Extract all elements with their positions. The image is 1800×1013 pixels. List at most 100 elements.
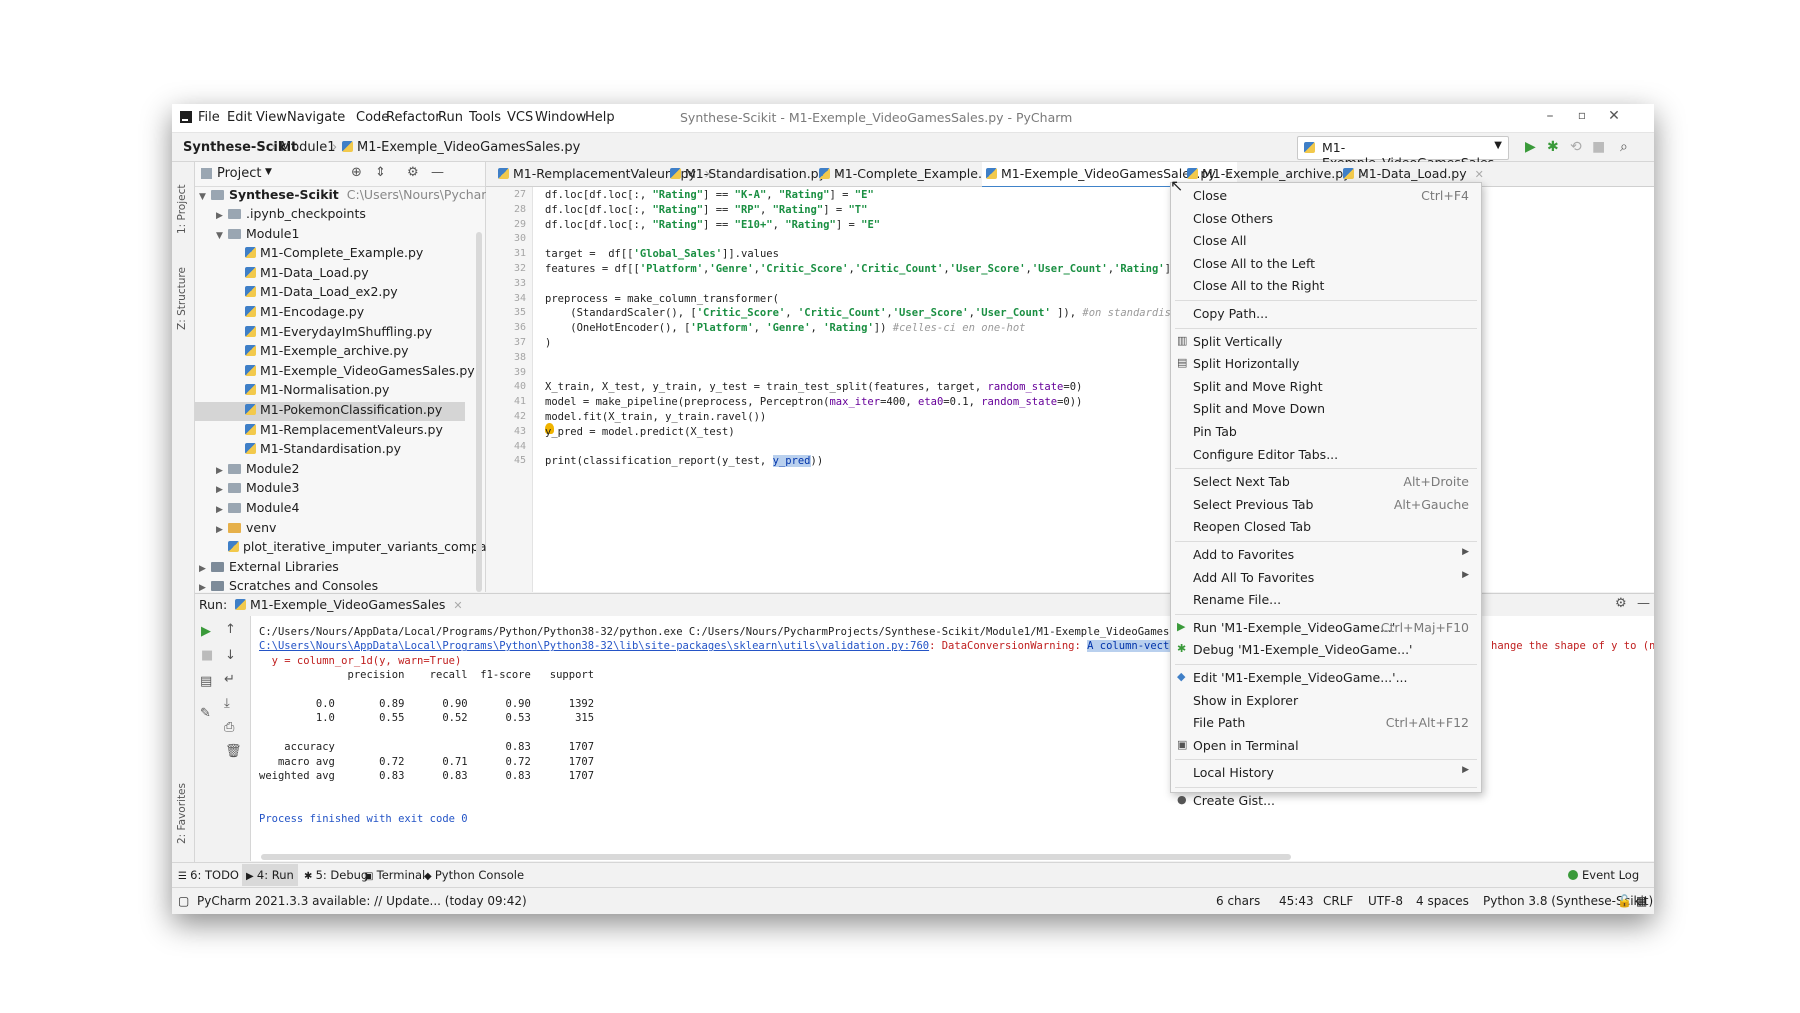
- close-icon[interactable]: ✕: [453, 599, 462, 612]
- breadcrumb-module[interactable]: Module1: [280, 140, 336, 155]
- menu-window[interactable]: Window: [535, 110, 586, 125]
- scroll-to-end-icon[interactable]: ⤓: [224, 696, 230, 711]
- context-menu-item[interactable]: Add All To Favorites ▶: [1171, 567, 1481, 589]
- search-icon[interactable]: ⌕: [1620, 139, 1628, 155]
- up-icon[interactable]: ↑: [225, 622, 236, 637]
- menu-vcs[interactable]: VCS: [507, 110, 533, 125]
- menu-refactor[interactable]: Refactor: [386, 110, 441, 125]
- collapse-icon[interactable]: ⇕: [375, 165, 386, 180]
- tool-window-2[interactable]: ✱ 5: Debug: [304, 868, 368, 882]
- event-log-button[interactable]: Event Log: [1568, 868, 1639, 882]
- tree-folder[interactable]: ▶ Module3: [195, 480, 465, 499]
- menu-file[interactable]: File: [198, 110, 220, 125]
- context-menu-item[interactable]: Reopen Closed Tab: [1171, 516, 1481, 538]
- lock-icon[interactable]: 🔓: [1617, 894, 1632, 908]
- rerun-icon[interactable]: ▶: [201, 624, 211, 639]
- breadcrumb-file[interactable]: M1-Exemple_VideoGamesSales.py: [342, 140, 580, 155]
- tree-file[interactable]: M1-Exemple_archive.py: [195, 343, 465, 362]
- tree-file[interactable]: M1-PokemonClassification.py: [195, 402, 465, 421]
- context-menu-item[interactable]: Copy Path...: [1171, 303, 1481, 325]
- debug-icon[interactable]: ✱: [1547, 139, 1559, 155]
- menu-help[interactable]: Help: [585, 110, 615, 125]
- menu-view[interactable]: View: [256, 110, 287, 125]
- indent-setting[interactable]: 4 spaces: [1416, 894, 1469, 908]
- hide-icon[interactable]: —: [431, 165, 444, 180]
- coverage-icon[interactable]: ⟲: [1570, 139, 1582, 155]
- context-menu-item[interactable]: Split and Move Down: [1171, 398, 1481, 420]
- tree-file[interactable]: ▶ External Libraries: [195, 559, 465, 578]
- print-icon[interactable]: ⎙: [224, 720, 234, 735]
- project-scrollbar[interactable]: [476, 232, 482, 592]
- tool-window-1[interactable]: ▶ 4: Run: [242, 864, 298, 886]
- minimize-icon[interactable]: –: [1535, 108, 1565, 124]
- context-menu-item[interactable]: Close Others: [1171, 208, 1481, 230]
- menu-run[interactable]: Run: [438, 110, 463, 125]
- tool-window-0[interactable]: ☰ 6: TODO: [178, 868, 239, 882]
- context-menu-item[interactable]: ◆ Edit 'M1-Exemple_VideoGame...'...: [1171, 667, 1481, 689]
- tree-root[interactable]: ▼ Synthese-Scikit C:\Users\Nours\Pycharm: [195, 187, 498, 206]
- context-menu-item[interactable]: Close All: [1171, 230, 1481, 252]
- status-layout-icon[interactable]: ▢: [178, 894, 189, 908]
- close-icon[interactable]: ✕: [1475, 168, 1484, 181]
- menu-edit[interactable]: Edit: [227, 110, 252, 125]
- stop-icon[interactable]: ■: [201, 648, 213, 663]
- code-editor[interactable]: df.loc[df.loc[:, "Rating"] == "K-A", "Ra…: [533, 187, 1654, 592]
- context-menu-item[interactable]: ▶ Run 'M1-Exemple_VideoGame...' Ctrl+Maj+F…: [1171, 617, 1481, 639]
- context-menu-item[interactable]: ▤ Split Horizontally: [1171, 353, 1481, 375]
- context-menu-item[interactable]: ▣ Open in Terminal: [1171, 735, 1481, 757]
- tree-file[interactable]: M1-Encodage.py: [195, 304, 465, 323]
- stop-icon[interactable]: ■: [1592, 139, 1605, 155]
- context-menu-item[interactable]: Show in Explorer: [1171, 690, 1481, 712]
- run-configuration-select[interactable]: M1-Exemple_VideoGamesSales ▼: [1297, 136, 1509, 170]
- line-separator[interactable]: CRLF: [1323, 894, 1353, 908]
- project-tool-button[interactable]: 1: Project: [176, 185, 188, 234]
- context-menu-item[interactable]: ✱ Debug 'M1-Exemple_VideoGame...': [1171, 639, 1481, 661]
- tree-folder[interactable]: ▶ Module2: [195, 461, 465, 480]
- tree-file[interactable]: M1-Standardisation.py: [195, 441, 465, 460]
- menu-navigate[interactable]: Navigate: [287, 110, 345, 125]
- tree-file[interactable]: M1-EverydayImShuffling.py: [195, 324, 465, 343]
- context-menu-item[interactable]: Close All to the Left: [1171, 253, 1481, 275]
- tree-file[interactable]: M1-Data_Load.py: [195, 265, 465, 284]
- tool-window-4[interactable]: ◆ Python Console: [424, 868, 524, 882]
- file-encoding[interactable]: UTF-8: [1368, 894, 1403, 908]
- context-menu-item[interactable]: Configure Editor Tabs...: [1171, 444, 1481, 466]
- context-menu-item[interactable]: Select Previous Tab Alt+Gauche: [1171, 494, 1481, 516]
- context-menu-item[interactable]: Local History ▶: [1171, 762, 1481, 784]
- gear-icon[interactable]: ⚙: [1615, 596, 1627, 611]
- caret-position[interactable]: 45:43: [1279, 894, 1314, 908]
- tree-folder[interactable]: ▶ Module4: [195, 500, 465, 519]
- gear-icon[interactable]: ⚙: [407, 165, 419, 180]
- context-menu-item[interactable]: Pin Tab: [1171, 421, 1481, 443]
- run-tab[interactable]: M1-Exemple_VideoGamesSales ✕: [235, 597, 463, 612]
- context-menu-item[interactable]: Add to Favorites ▶: [1171, 544, 1481, 566]
- context-menu-item[interactable]: Split and Move Right: [1171, 376, 1481, 398]
- tree-file[interactable]: plot_iterative_imputer_variants_compar: [195, 539, 492, 558]
- context-menu-item[interactable]: Close Ctrl+F4: [1171, 185, 1481, 207]
- soft-wrap-icon[interactable]: ↵: [224, 672, 235, 687]
- tool-window-3[interactable]: ▣ Terminal: [364, 868, 425, 882]
- close-window-icon[interactable]: ✕: [1599, 108, 1629, 124]
- tree-folder[interactable]: ▼ Module1: [195, 226, 465, 245]
- structure-tool-button[interactable]: Z: Structure: [176, 267, 188, 330]
- tree-file[interactable]: M1-Data_Load_ex2.py: [195, 284, 465, 303]
- context-menu-item[interactable]: Rename File...: [1171, 589, 1481, 611]
- locate-icon[interactable]: ⊕: [351, 165, 362, 180]
- tree-file[interactable]: M1-RemplacementValeurs.py: [195, 422, 465, 441]
- layout-icon[interactable]: ▤: [200, 674, 212, 689]
- maximize-icon[interactable]: ▫: [1567, 108, 1597, 122]
- trash-icon[interactable]: 🗑: [225, 744, 242, 759]
- context-menu-item[interactable]: File Path Ctrl+Alt+F12: [1171, 712, 1481, 734]
- menu-tools[interactable]: Tools: [469, 110, 501, 125]
- project-view-select[interactable]: Project: [217, 166, 261, 181]
- console-horizontal-scrollbar[interactable]: [261, 854, 1291, 860]
- context-menu-item[interactable]: Select Next Tab Alt+Droite: [1171, 471, 1481, 493]
- down-icon[interactable]: ↓: [225, 648, 236, 663]
- context-menu-item[interactable]: ▥ Split Vertically: [1171, 331, 1481, 353]
- update-message[interactable]: PyCharm 2021.3.3 available: // Update...…: [197, 894, 527, 908]
- memory-icon[interactable]: ▦: [1636, 894, 1647, 908]
- menu-code[interactable]: Code: [356, 110, 389, 125]
- favorites-tool-button[interactable]: 2: Favorites: [176, 783, 188, 844]
- tree-file[interactable]: M1-Exemple_VideoGamesSales.py: [195, 363, 475, 382]
- context-menu-item[interactable]: ● Create Gist...: [1171, 790, 1481, 812]
